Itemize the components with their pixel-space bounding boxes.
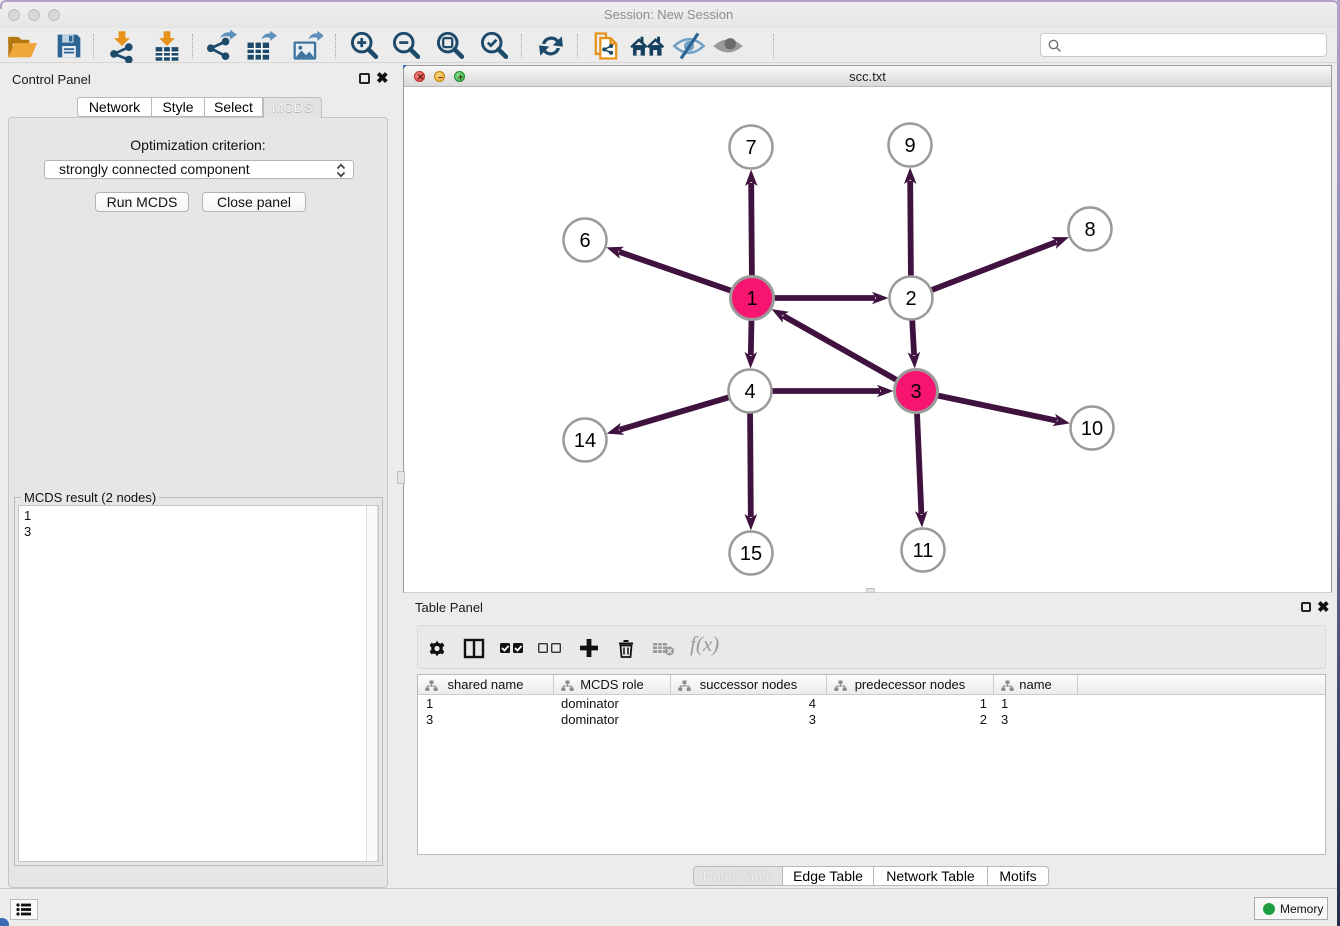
svg-text:10: 10 xyxy=(1081,418,1103,440)
svg-text:1: 1 xyxy=(746,288,757,310)
svg-text:2: 2 xyxy=(905,288,916,310)
svg-text:4: 4 xyxy=(744,381,755,403)
svg-text:14: 14 xyxy=(574,430,596,452)
svg-text:6: 6 xyxy=(579,230,590,252)
svg-text:7: 7 xyxy=(745,137,756,159)
svg-text:11: 11 xyxy=(913,540,934,562)
svg-text:9: 9 xyxy=(904,135,915,157)
svg-text:8: 8 xyxy=(1084,219,1095,241)
svg-text:15: 15 xyxy=(740,543,762,565)
svg-text:3: 3 xyxy=(910,381,921,403)
